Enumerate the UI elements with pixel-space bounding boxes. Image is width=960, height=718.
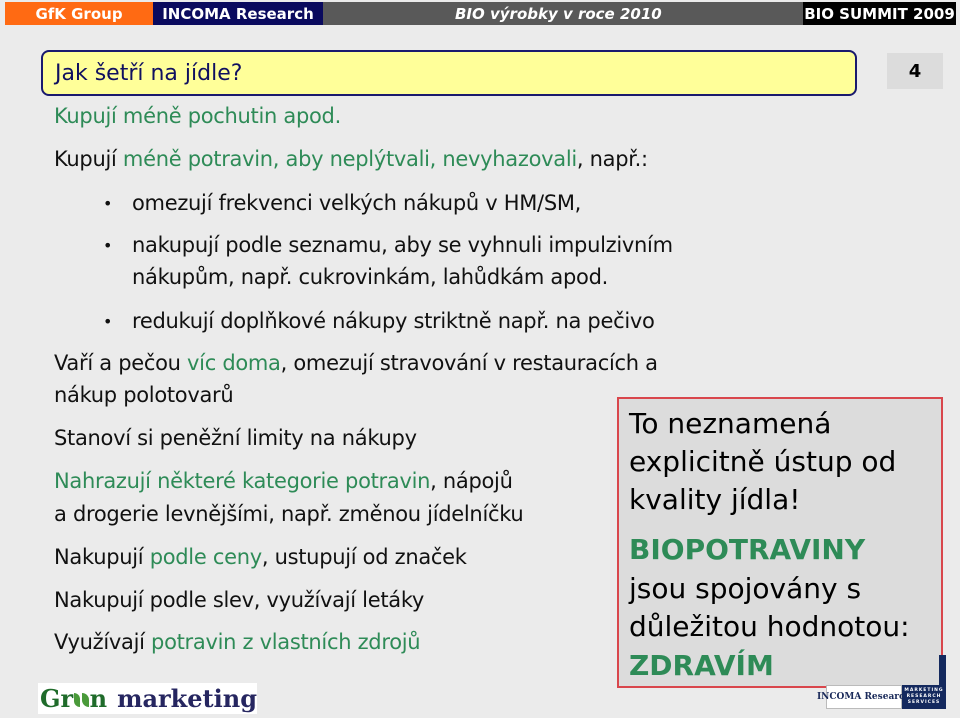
text-segment: , nápojů <box>430 469 513 493</box>
text-segment: , omezují stravování v restauracích a <box>280 351 658 375</box>
incoma-logo-tagline: MARKETING RESEARCH SERVICES <box>902 685 946 709</box>
bullet-icon: • <box>103 312 113 331</box>
text-line-ceny: Nakupují podle ceny, ustupují od značek <box>54 545 467 569</box>
page-number: 4 <box>887 53 943 89</box>
bullet-item-continuation: nákupům, např. cukrovinkám, lahůdkám apo… <box>132 265 608 289</box>
callout-line: kvality jídla! <box>629 483 801 516</box>
leaf-icon <box>74 692 81 707</box>
bullet-item: omezují frekvenci velkých nákupů v HM/SM… <box>132 191 582 215</box>
text-line-vari: Vaří a pečou víc doma, omezují stravován… <box>54 351 658 375</box>
text-segment: Kupují <box>54 147 123 171</box>
text-line-vari-cont: nákup polotovarů <box>54 383 234 407</box>
callout-box: To neznamená explicitně ústup od kvality… <box>617 397 943 688</box>
text-segment: , např.: <box>576 147 648 171</box>
text-segment: Vaří a pečou <box>54 351 188 375</box>
bullet-icon: • <box>103 194 113 213</box>
gfk-group-label: GfK Group <box>5 2 153 25</box>
text-segment-highlight: podle ceny <box>149 545 262 569</box>
text-line-potravin: Kupují méně potravin, aby neplýtvali, ne… <box>54 147 648 171</box>
logo-text: Gr <box>40 684 74 713</box>
slide-title-box: Jak šetří na jídle? <box>41 50 857 96</box>
header-bar: GfK Group INCOMA Research BIO výrobky v … <box>0 0 960 26</box>
incoma-research-label: INCOMA Research <box>153 2 323 25</box>
text-line-pochutin: Kupují méně pochutin apod. <box>54 104 341 128</box>
summit-label: BIO SUMMIT 2009 <box>803 2 956 25</box>
incoma-research-logo: INCOMA Research MARKETING RESEARCH SERVI… <box>817 655 946 709</box>
bullet-icon: • <box>103 236 113 255</box>
callout-emphasis-zdravim: ZDRAVÍM <box>629 649 774 682</box>
text-line-zdroje: Využívají potravin z vlastních zdrojů <box>54 630 421 654</box>
callout-line: důležitou hodnotou: <box>629 610 910 643</box>
text-segment-highlight: Nahrazují některé kategorie potravin <box>54 469 431 493</box>
text-segment: Využívají <box>54 630 152 654</box>
text-segment: Nakupují <box>54 545 150 569</box>
text-segment-highlight: víc doma <box>187 351 281 375</box>
slide-title: Jak šetří na jídle? <box>55 60 243 86</box>
text-line-nahrazuji-cont: a drogerie levnějšími, např. změnou jíde… <box>54 502 524 526</box>
leaf-icon <box>82 692 89 707</box>
text-segment-highlight: potravin z vlastních zdrojů <box>151 630 421 654</box>
callout-line: jsou spojovány s <box>629 572 862 605</box>
text-line-nahrazuji: Nahrazují některé kategorie potravin, ná… <box>54 469 513 493</box>
logo-text: marketing <box>117 684 257 713</box>
event-title: BIO výrobky v roce 2010 <box>323 2 803 25</box>
logo-text: n <box>89 684 108 713</box>
logo-decoration <box>939 655 946 685</box>
bullet-item: redukují doplňkové nákupy striktně např.… <box>132 309 655 333</box>
callout-emphasis-biopotraviny: BIOPOTRAVINY <box>629 533 866 566</box>
text-segment-highlight: méně potravin, aby neplýtvali, nevyhazov… <box>122 147 577 171</box>
bullet-item: nakupují podle seznamu, aby se vyhnuli i… <box>132 233 673 257</box>
incoma-logo-text: INCOMA Research <box>817 685 911 709</box>
callout-line: To neznamená <box>629 407 832 440</box>
tagline-text: SERVICES <box>907 700 941 705</box>
text-line-slevy: Nakupují podle slev, využívají letáky <box>54 588 425 612</box>
text-line-limity: Stanoví si peněžní limity na nákupy <box>54 426 417 450</box>
green-marketing-logo: Gr n marketing <box>38 683 257 714</box>
callout-line: explicitně ústup od <box>629 445 897 478</box>
text-segment: , ustupují od značek <box>261 545 467 569</box>
